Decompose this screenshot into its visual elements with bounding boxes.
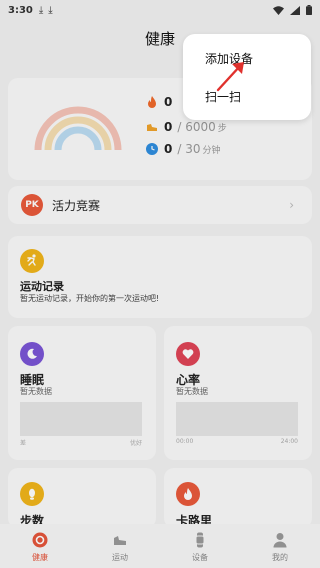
health-app: 3:30 ⤓ ⤓ 健康 0 0 / 6000 步 0 / 30 分钟 PK 活力…: [0, 0, 320, 568]
pointer-arrow-annotation: [216, 62, 244, 92]
